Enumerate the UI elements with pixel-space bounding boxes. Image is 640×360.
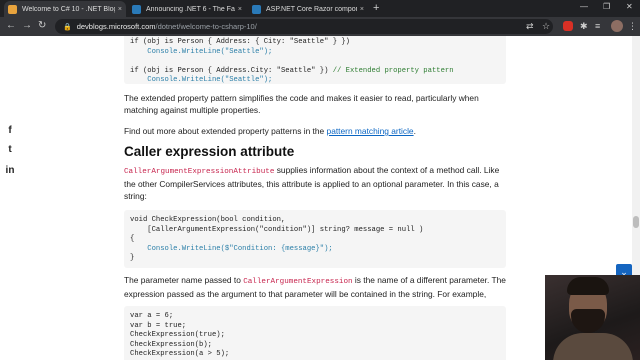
tab-close-icon[interactable]: × bbox=[360, 6, 364, 13]
blog-favicon-icon bbox=[8, 4, 17, 14]
paragraph-text: The parameter name passed to bbox=[124, 275, 244, 285]
code-line: var a = 6; bbox=[130, 312, 174, 320]
menu-kebab-icon[interactable]: ⋮ bbox=[628, 21, 637, 31]
code-line: CheckExpression(a > 5); bbox=[130, 350, 230, 359]
presenter-shirt bbox=[553, 333, 633, 360]
code-line: if (obj is Person { Address.City: "Seatt… bbox=[130, 66, 329, 75]
tab-welcome-csharp10[interactable]: Welcome to C# 10 - .NET Blog × bbox=[4, 1, 126, 17]
paragraph-text: Find out more about extended property pa… bbox=[124, 126, 327, 136]
pattern-matching-article-link[interactable]: pattern matching article bbox=[327, 126, 414, 136]
minimize-button[interactable]: — bbox=[580, 2, 588, 11]
code-line: CheckExpression(true); bbox=[130, 331, 225, 340]
restore-button[interactable]: ❐ bbox=[603, 2, 610, 11]
tab-close-icon[interactable]: × bbox=[238, 6, 242, 13]
paragraph-find-out-more: Find out more about extended property pa… bbox=[124, 125, 510, 137]
new-tab-button[interactable]: + bbox=[373, 3, 379, 14]
paragraph-text: . bbox=[413, 126, 416, 136]
tab-title: ASP.NET Core Razor component... bbox=[266, 5, 357, 13]
inline-code: CallerArgumentExpression bbox=[243, 278, 353, 286]
code-line: void CheckExpression(bool condition, bbox=[130, 216, 286, 224]
code-line: Console.WriteLine("Seattle"); bbox=[130, 47, 273, 56]
extension-puzzle-icon[interactable]: ✱ bbox=[580, 21, 588, 31]
code-block-check-expression: void CheckExpression(bool condition, [Ca… bbox=[124, 210, 506, 268]
profile-avatar[interactable] bbox=[611, 20, 623, 32]
close-window-button[interactable]: ✕ bbox=[626, 2, 633, 11]
webcam-overlay bbox=[545, 275, 640, 360]
code-line: [CallerArgumentExpression("condition")] … bbox=[130, 225, 424, 234]
paragraph-extended-pattern: The extended property pattern simplifies… bbox=[124, 93, 479, 115]
facebook-share-icon[interactable]: f bbox=[4, 125, 16, 137]
presenter-hair bbox=[567, 277, 609, 295]
lock-icon[interactable]: 🔒 bbox=[63, 23, 72, 31]
bookmark-star-icon[interactable]: ☆ bbox=[542, 21, 550, 31]
tab-close-icon[interactable]: × bbox=[118, 6, 122, 13]
code-line: CheckExpression(b); bbox=[130, 340, 212, 349]
tab-strip: Welcome to C# 10 - .NET Blog × Announcin… bbox=[0, 0, 640, 17]
code-line: } bbox=[130, 254, 135, 263]
tab-title: Welcome to C# 10 - .NET Blog bbox=[22, 5, 115, 13]
forward-button[interactable]: → bbox=[22, 20, 32, 32]
docs-favicon-icon bbox=[252, 4, 261, 14]
tab-title: Announcing .NET 6 - The Fastest... bbox=[146, 5, 235, 13]
page-content: f t in if (obj is Person { Address: { Ci… bbox=[0, 36, 640, 360]
back-button[interactable]: ← bbox=[6, 20, 16, 32]
twitter-share-icon[interactable]: t bbox=[4, 144, 16, 156]
scrollbar-thumb[interactable] bbox=[633, 216, 639, 228]
code-comment: // Extended property pattern bbox=[328, 66, 454, 75]
code-block-property-pattern: if (obj is Person { Address: { City: "Se… bbox=[124, 36, 506, 84]
url-host: devblogs.microsoft.com bbox=[76, 22, 156, 31]
code-line: if (obj is Person { Address: { City: "Se… bbox=[130, 38, 350, 46]
paragraph-caller-attribute: CallerArgumentExpressionAttribute suppli… bbox=[124, 164, 510, 202]
blog-favicon-icon bbox=[132, 4, 141, 14]
url-path: /dotnet/welcome-to-csharp-10/ bbox=[155, 22, 257, 31]
extension-icon[interactable] bbox=[563, 21, 573, 31]
linkedin-share-icon[interactable]: in bbox=[4, 165, 16, 177]
code-line: Console.WriteLine($"Condition: {message}… bbox=[130, 244, 333, 253]
translate-icon[interactable]: ⇄ bbox=[526, 21, 534, 31]
reading-list-icon[interactable]: ≡ bbox=[595, 21, 600, 31]
code-line: Console.WriteLine("Seattle"); bbox=[130, 76, 273, 85]
paragraph-parameter-name: The parameter name passed to CallerArgum… bbox=[124, 274, 510, 300]
code-block-example-usage: var a = 6; var b = true; CheckExpression… bbox=[124, 306, 506, 360]
tab-razor-components[interactable]: ASP.NET Core Razor component... × bbox=[248, 1, 368, 17]
address-bar[interactable]: 🔒 devblogs.microsoft.com /dotnet/welcome… bbox=[55, 19, 553, 34]
presenter-beard bbox=[571, 309, 605, 333]
inline-code: CallerArgumentExpressionAttribute bbox=[124, 168, 275, 176]
browser-toolbar: ← → ↻ 🔒 devblogs.microsoft.com /dotnet/w… bbox=[0, 17, 640, 36]
tab-announcing-net6[interactable]: Announcing .NET 6 - The Fastest... × bbox=[128, 1, 246, 17]
section-heading: Caller expression attribute bbox=[124, 144, 295, 159]
code-line: { bbox=[130, 235, 135, 244]
reload-button[interactable]: ↻ bbox=[38, 20, 46, 32]
code-line: var b = true; bbox=[130, 321, 187, 330]
